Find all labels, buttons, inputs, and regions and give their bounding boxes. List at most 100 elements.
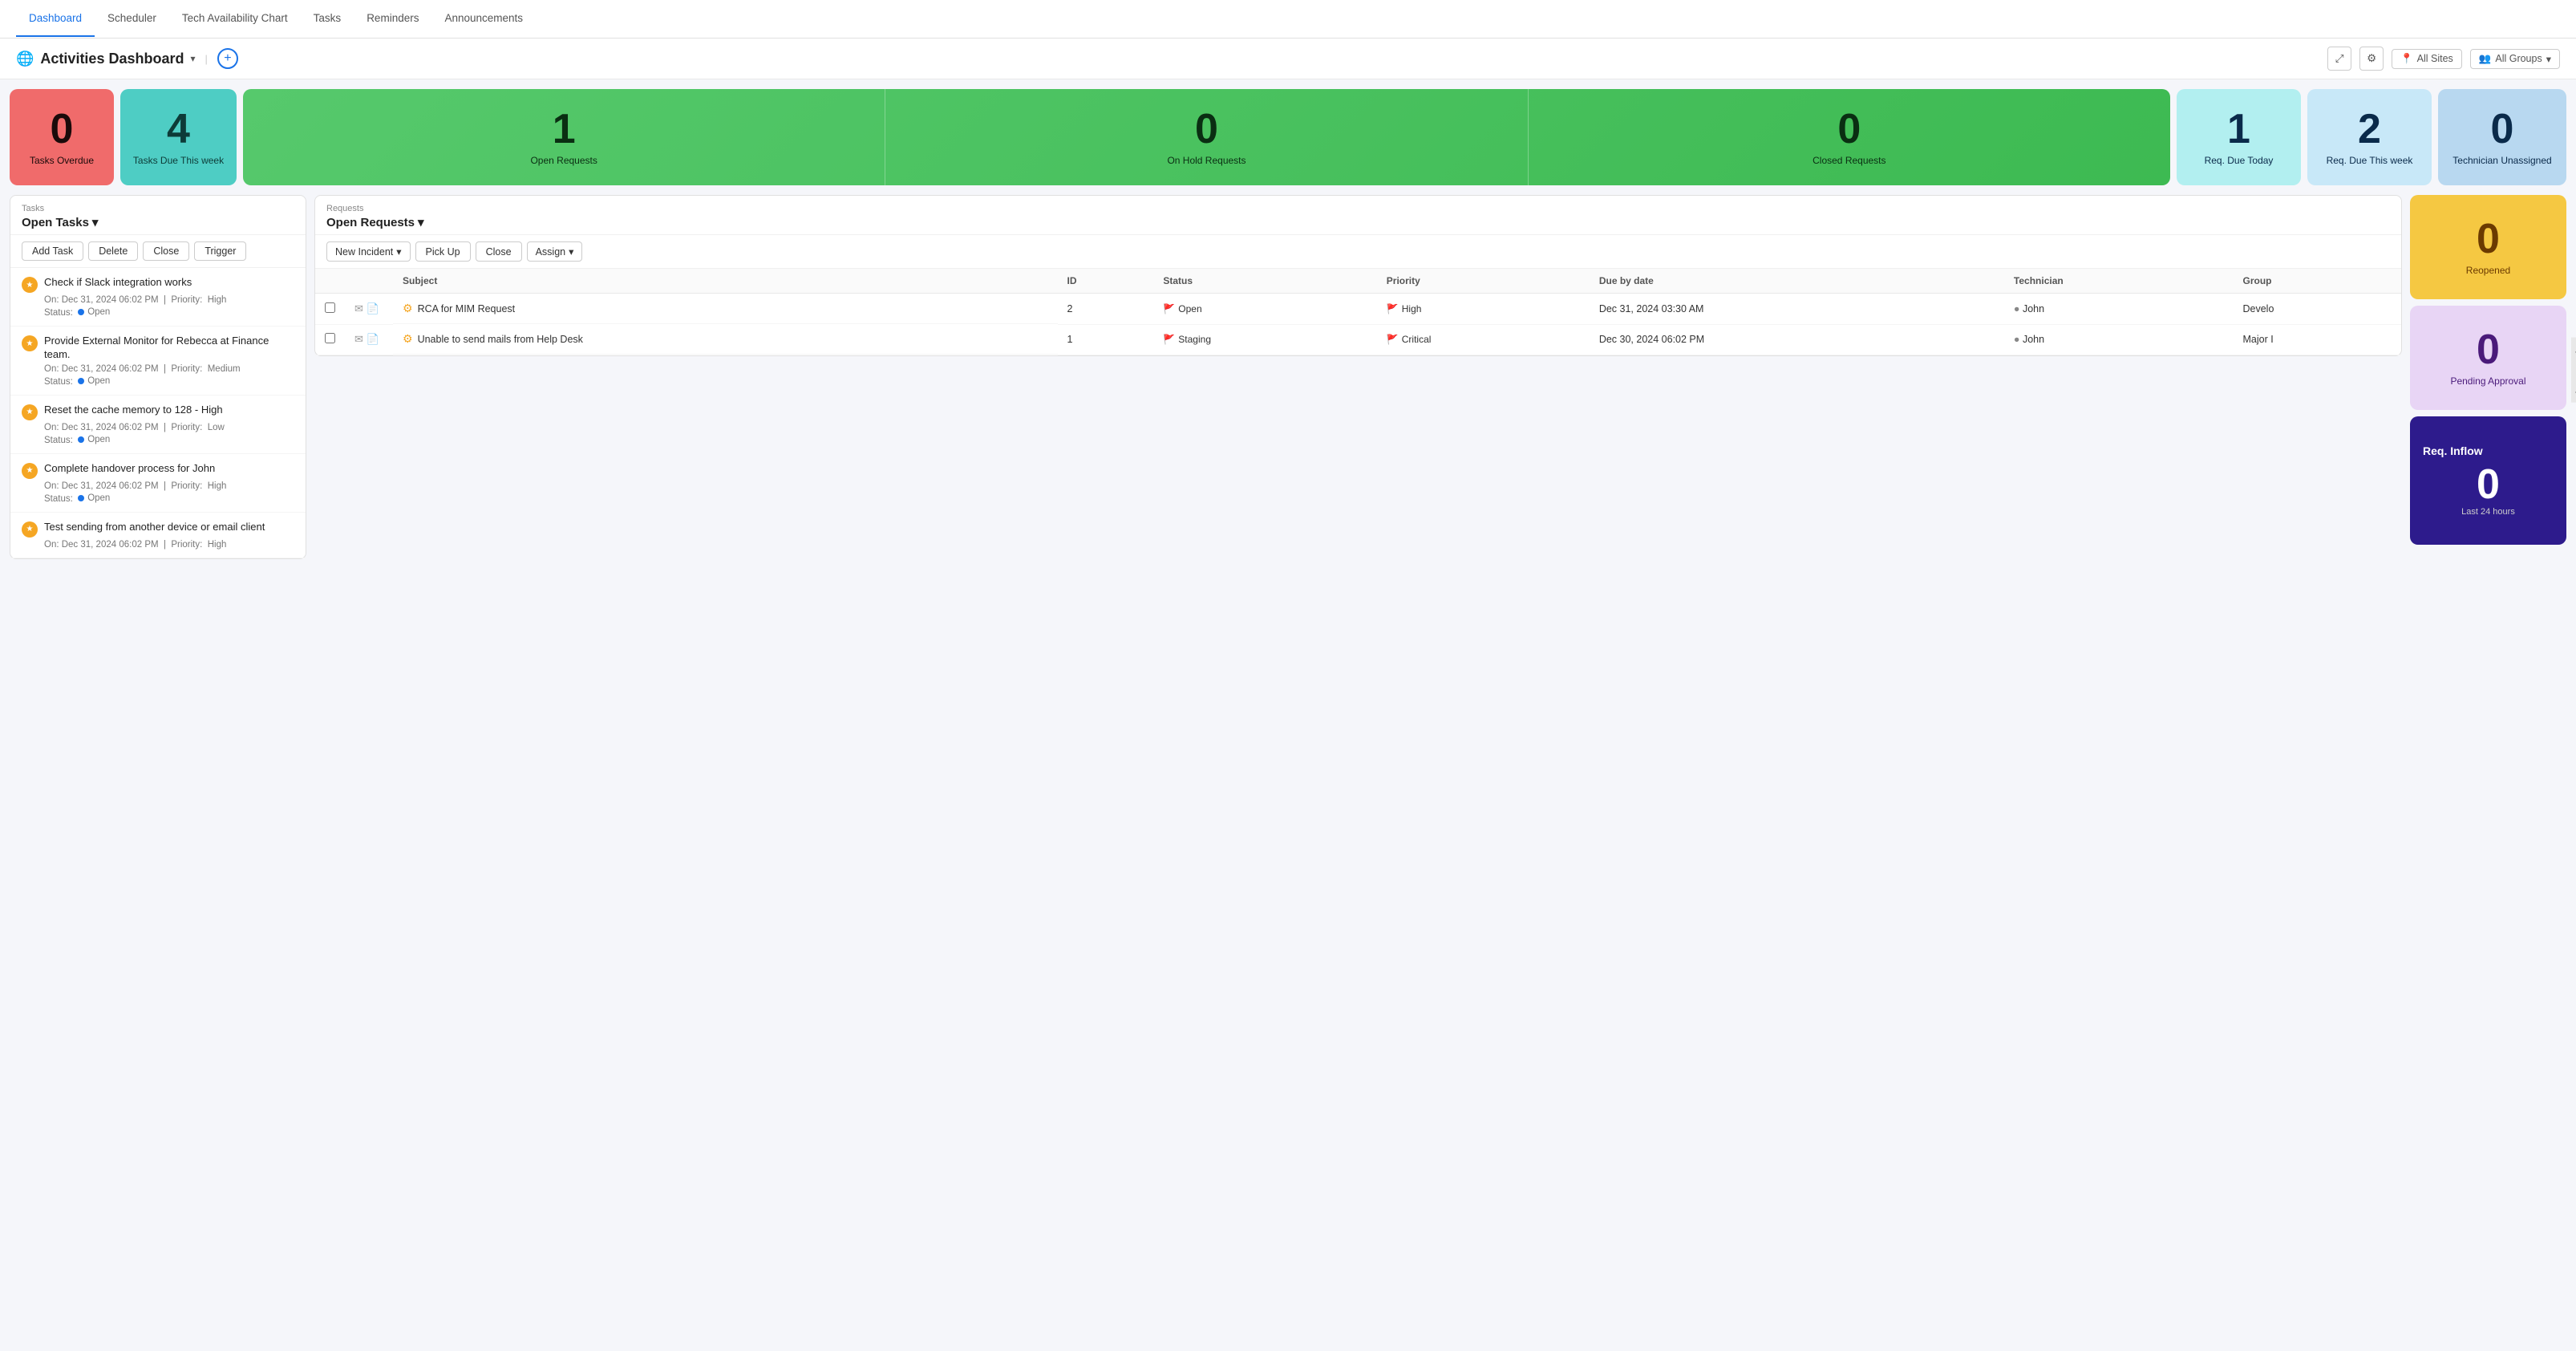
trigger-task-button[interactable]: Trigger <box>194 241 246 261</box>
priority-flag-icon: 🚩 <box>1387 303 1399 314</box>
pending-approval-number: 0 <box>2477 329 2500 371</box>
row-due-date: Dec 30, 2024 06:02 PM <box>1590 324 2004 355</box>
task-title: Test sending from another device or emai… <box>44 521 265 534</box>
stats-row: 0 Tasks Overdue 4 Tasks Due This week 1 … <box>10 89 2566 185</box>
all-sites-label: All Sites <box>2417 53 2453 64</box>
task-icon: ★ <box>22 521 38 538</box>
requests-panel-header: Requests Open Requests ▾ <box>315 196 2401 235</box>
right-sidebar: 0 Reopened 0 Pending Approval Req. Inflo… <box>2410 195 2566 545</box>
stat-card-req-due-today[interactable]: 1 Req. Due Today <box>2177 89 2301 185</box>
nav-item-reminders[interactable]: Reminders <box>354 1 431 37</box>
row-icon-cell: ✉ 📄 <box>345 324 393 355</box>
row-checkbox-cell[interactable] <box>315 324 345 355</box>
task-status-row: Status: Open <box>44 493 294 504</box>
onhold-requests-number: 0 <box>1195 108 1218 150</box>
add-dashboard-button[interactable]: + <box>217 48 238 69</box>
row-group: Develo <box>2233 294 2401 325</box>
stat-card-tech-unassigned[interactable]: 0 Technician Unassigned <box>2438 89 2566 185</box>
row-checkbox[interactable] <box>325 302 335 313</box>
bottom-row: Tasks Open Tasks ▾ Add Task Delete Close… <box>10 195 2566 559</box>
all-groups-button[interactable]: 👥 All Groups ▾ <box>2470 49 2560 69</box>
stat-card-tasks-due-week[interactable]: 4 Tasks Due This week <box>120 89 237 185</box>
list-item[interactable]: ★ Complete handover process for John On:… <box>10 454 306 513</box>
tech-unassigned-number: 0 <box>2491 108 2514 150</box>
close-request-button[interactable]: Close <box>476 241 522 262</box>
stat-open-requests[interactable]: 1 Open Requests <box>243 89 885 185</box>
requests-panel-title[interactable]: Open Requests ▾ <box>326 215 2390 229</box>
pick-up-button[interactable]: Pick Up <box>415 241 471 262</box>
list-item[interactable]: ★ Check if Slack integration works On: D… <box>10 268 306 327</box>
task-status-row: Status: Open <box>44 307 294 318</box>
table-row[interactable]: ✉ 📄 ⚙ RCA for MIM Request 2 🚩 <box>315 294 2401 325</box>
chevron-down-icon[interactable]: ▾ <box>190 53 195 64</box>
new-incident-button[interactable]: New Incident ▾ <box>326 241 411 262</box>
row-status: 🚩 Staging <box>1153 324 1376 355</box>
open-requests-number: 1 <box>553 108 576 150</box>
col-status: Status <box>1153 269 1376 294</box>
all-groups-label: All Groups <box>2495 53 2542 64</box>
row-subject[interactable]: ⚙ RCA for MIM Request <box>393 294 1058 324</box>
task-meta: On: Dec 31, 2024 06:02 PM | Priority: Lo… <box>44 423 294 432</box>
delete-task-button[interactable]: Delete <box>88 241 138 261</box>
settings-button[interactable]: ⚙ <box>2359 47 2384 71</box>
list-item[interactable]: ★ Provide External Monitor for Rebecca a… <box>10 327 306 396</box>
expand-button[interactable]: ⤢ <box>2327 47 2351 71</box>
task-list: ★ Check if Slack integration works On: D… <box>10 268 306 558</box>
list-item[interactable]: ★ Test sending from another device or em… <box>10 513 306 558</box>
nav-item-tasks[interactable]: Tasks <box>301 1 354 37</box>
nav-item-tech-chart[interactable]: Tech Availability Chart <box>169 1 301 37</box>
status-flag-icon: 🚩 <box>1163 334 1175 345</box>
requests-section-label: Requests <box>326 204 2390 213</box>
row-id: 2 <box>1058 294 1154 325</box>
top-navigation: Dashboard Scheduler Tech Availability Ch… <box>0 0 2576 39</box>
stat-onhold-requests[interactable]: 0 On Hold Requests <box>885 89 1527 185</box>
stat-closed-requests[interactable]: 0 Closed Requests <box>1528 89 2170 185</box>
status-dot-icon <box>78 495 84 501</box>
row-group: Major I <box>2233 324 2401 355</box>
table-row[interactable]: ✉ 📄 ⚙ Unable to send mails from Help Des… <box>315 324 2401 355</box>
req-due-week-number: 2 <box>2358 108 2381 150</box>
status-dot-icon <box>78 309 84 315</box>
task-status-row: Status: Open <box>44 435 294 445</box>
tasks-panel: Tasks Open Tasks ▾ Add Task Delete Close… <box>10 195 306 559</box>
task-meta: On: Dec 31, 2024 06:02 PM | Priority: Hi… <box>44 295 294 305</box>
row-subject[interactable]: ⚙ Unable to send mails from Help Desk <box>393 324 1058 355</box>
request-status-icon: ⚙ <box>403 332 413 346</box>
all-sites-button[interactable]: 📍 All Sites <box>2392 49 2462 69</box>
nav-item-announcements[interactable]: Announcements <box>431 1 536 37</box>
stat-card-req-due-week[interactable]: 2 Req. Due This week <box>2307 89 2432 185</box>
close-task-button[interactable]: Close <box>143 241 189 261</box>
my-summary-tab[interactable]: My Summary <box>2571 338 2576 403</box>
location-icon: 📍 <box>2400 53 2413 65</box>
document-icon: 📄 <box>367 302 379 315</box>
open-requests-title: Open Requests <box>326 216 415 229</box>
tasks-overdue-number: 0 <box>51 108 74 150</box>
req-inflow-number: 0 <box>2477 464 2500 505</box>
nav-item-scheduler[interactable]: Scheduler <box>95 1 169 37</box>
tasks-panel-title[interactable]: Open Tasks ▾ <box>22 215 294 229</box>
row-checkbox-cell[interactable] <box>315 294 345 325</box>
table-header-row: Subject ID Status Priority Due by date T… <box>315 269 2401 294</box>
stat-card-tasks-overdue[interactable]: 0 Tasks Overdue <box>10 89 114 185</box>
page-header: 🌐 Activities Dashboard ▾ | + ⤢ ⚙ 📍 All S… <box>0 39 2576 79</box>
req-inflow-card[interactable]: Req. Inflow 0 Last 24 hours <box>2410 416 2566 545</box>
assign-button[interactable]: Assign ▾ <box>527 241 583 262</box>
request-status-icon: ⚙ <box>403 302 413 315</box>
add-task-button[interactable]: Add Task <box>22 241 83 261</box>
row-checkbox[interactable] <box>325 333 335 343</box>
list-item[interactable]: ★ Reset the cache memory to 128 - High O… <box>10 396 306 454</box>
pending-approval-card[interactable]: 0 Pending Approval <box>2410 306 2566 410</box>
reopened-card[interactable]: 0 Reopened <box>2410 195 2566 299</box>
tasks-panel-header: Tasks Open Tasks ▾ <box>10 196 306 235</box>
nav-item-dashboard[interactable]: Dashboard <box>16 1 95 37</box>
row-priority: 🚩 Critical <box>1377 324 1590 355</box>
page-title: Activities Dashboard <box>40 51 184 67</box>
groups-chevron-icon: ▾ <box>2546 53 2551 65</box>
onhold-requests-label: On Hold Requests <box>1167 155 1245 166</box>
task-icon: ★ <box>22 404 38 420</box>
col-group: Group <box>2233 269 2401 294</box>
tasks-due-week-label: Tasks Due This week <box>133 155 224 166</box>
row-priority: 🚩 High <box>1377 294 1590 325</box>
task-meta: On: Dec 31, 2024 06:02 PM | Priority: Me… <box>44 364 294 374</box>
tasks-section-label: Tasks <box>22 204 294 213</box>
